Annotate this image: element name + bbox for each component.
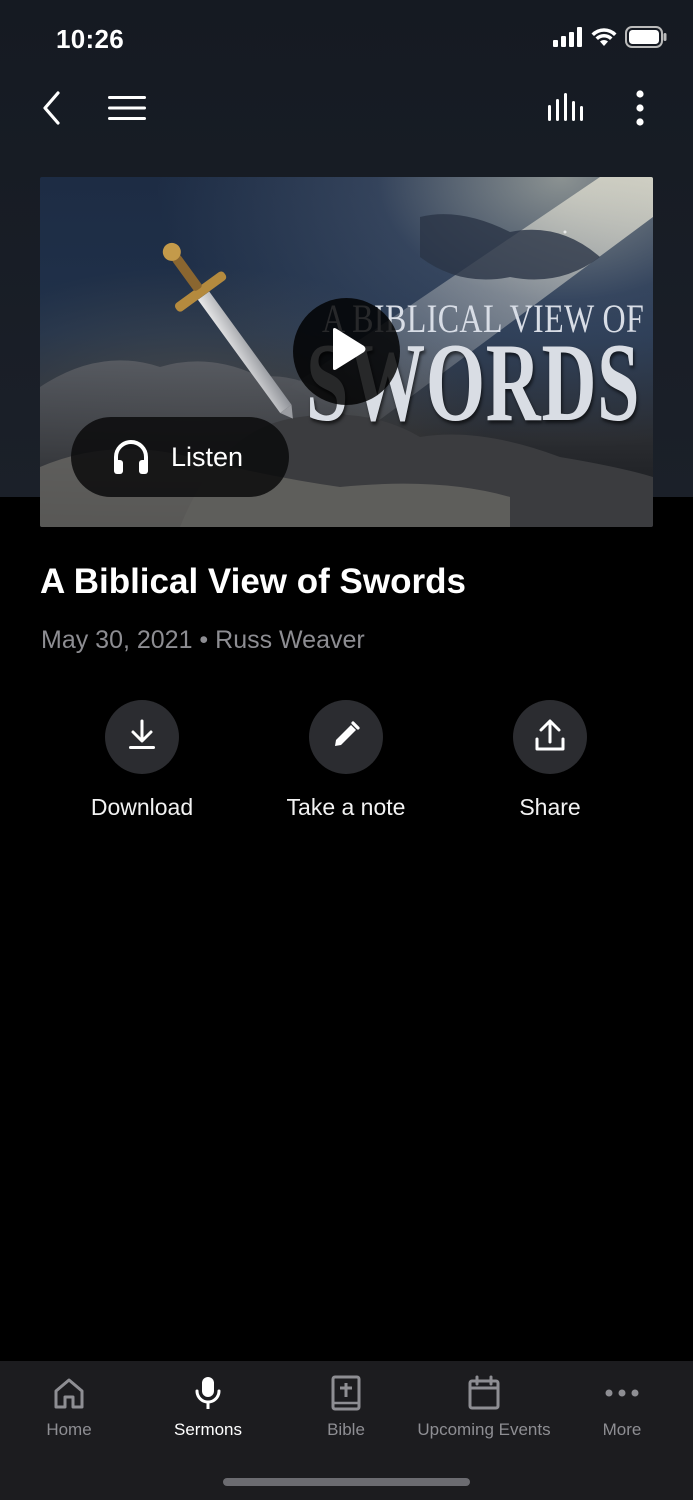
top-nav bbox=[0, 80, 693, 140]
tab-more-label: More bbox=[602, 1420, 642, 1439]
headphones-icon bbox=[111, 437, 151, 477]
home-icon bbox=[49, 1373, 89, 1413]
listen-label: Listen bbox=[171, 441, 244, 472]
cellular-signal-icon bbox=[553, 26, 583, 52]
pencil-icon bbox=[332, 720, 360, 754]
take-note-circle bbox=[309, 700, 383, 774]
tab-bible-label: Bible bbox=[327, 1420, 365, 1439]
bible-icon bbox=[326, 1373, 366, 1413]
share-button[interactable]: Share bbox=[450, 700, 650, 821]
download-button[interactable]: Download bbox=[42, 700, 242, 821]
tab-home[interactable]: Home bbox=[0, 1373, 138, 1440]
tab-sermons-label: Sermons bbox=[173, 1420, 243, 1439]
back-button[interactable] bbox=[30, 80, 74, 140]
home-indicator bbox=[223, 1478, 470, 1486]
status-icons bbox=[553, 25, 667, 53]
share-label: Share bbox=[519, 794, 581, 820]
more-horizontal-icon bbox=[602, 1373, 642, 1413]
menu-button[interactable] bbox=[104, 80, 150, 140]
download-icon bbox=[127, 719, 157, 756]
tab-home-label: Home bbox=[46, 1420, 92, 1439]
tab-upcoming-events[interactable]: Upcoming Events bbox=[415, 1373, 553, 1440]
tab-bible[interactable]: Bible bbox=[277, 1373, 415, 1440]
tab-upcoming-events-label: Upcoming Events bbox=[417, 1420, 551, 1439]
take-note-label: Take a note bbox=[286, 794, 406, 820]
hamburger-icon bbox=[108, 94, 146, 127]
chevron-left-icon bbox=[41, 90, 63, 130]
audio-button[interactable] bbox=[542, 80, 592, 140]
equalizer-icon bbox=[547, 92, 587, 128]
tab-more[interactable]: More bbox=[553, 1373, 691, 1440]
battery-icon bbox=[625, 25, 667, 53]
microphone-icon bbox=[188, 1373, 228, 1413]
calendar-icon bbox=[464, 1373, 504, 1413]
take-note-button[interactable]: Take a note bbox=[246, 700, 446, 821]
share-icon bbox=[534, 718, 566, 757]
vertical-ellipsis-icon bbox=[635, 89, 645, 131]
download-label: Download bbox=[90, 794, 194, 820]
play-icon bbox=[327, 327, 367, 376]
status-bar: 10:26 bbox=[0, 0, 693, 78]
sermon-meta: May 30, 2021 • Russ Weaver bbox=[41, 626, 365, 654]
share-circle bbox=[513, 700, 587, 774]
listen-button[interactable]: Listen bbox=[71, 417, 289, 497]
download-circle bbox=[105, 700, 179, 774]
status-time: 10:26 bbox=[56, 24, 124, 54]
more-options-button[interactable] bbox=[620, 80, 660, 140]
sermon-artwork: A BIBLICAL VIEW OF SWORDS Listen bbox=[40, 177, 653, 527]
wifi-icon bbox=[591, 27, 617, 52]
tab-sermons[interactable]: Sermons bbox=[139, 1373, 277, 1440]
play-button[interactable] bbox=[293, 298, 400, 405]
sermon-title: A Biblical View of Swords bbox=[40, 562, 466, 601]
